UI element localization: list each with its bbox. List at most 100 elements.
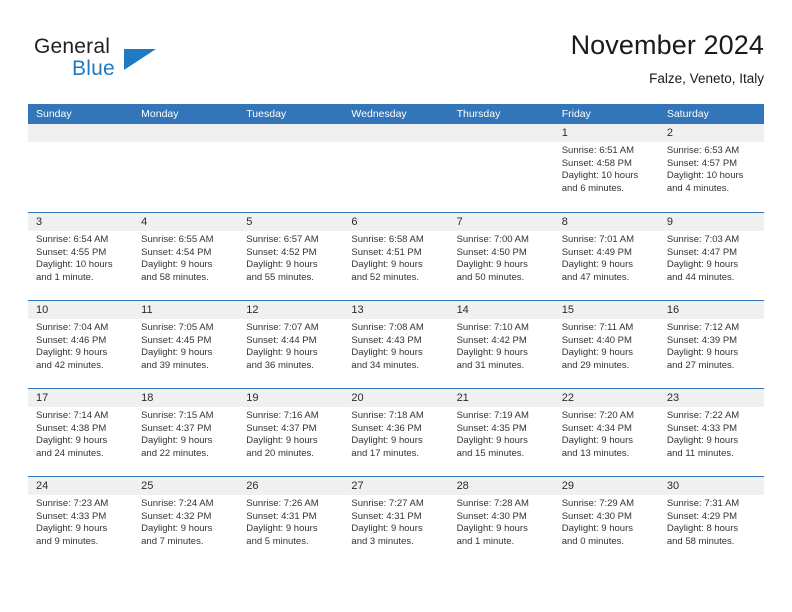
day-of-week-header-friday: Friday — [561, 108, 591, 120]
sunset-text: Sunset: 4:57 PM — [666, 157, 738, 169]
day-sun-info: Sunrise: 6:57 AM Sunset: 4:52 PM Daylight:… — [238, 231, 343, 284]
day-sun-info: Sunrise: 7:15 AM Sunset: 4:37 PM Daylight:… — [133, 407, 238, 460]
day-number: 15 — [553, 301, 659, 319]
daylight-text-line1: Daylight: 9 hours — [666, 347, 739, 359]
calendar-day-cell[interactable]: 1 Sunrise: 6:51 AM Sunset: 4:58 PM Daylight… — [553, 124, 659, 212]
day-of-week-header-saturday: Saturday — [666, 108, 709, 120]
calendar-grid: Sunday Monday Tuesday Wednesday Thursday Frid… — [28, 104, 764, 564]
calendar-day-cell[interactable]: 15 Sunrise: 7:11 AM Sunset: 4:40 PM Dayligh… — [553, 301, 659, 388]
sunset-text: Sunset: 4:55 PM — [36, 246, 107, 258]
day-sun-info: Sunrise: 6:55 AM Sunset: 4:54 PM Daylight:… — [133, 231, 238, 284]
day-sun-info: Sunrise: 6:54 AM Sunset: 4:55 PM Daylight:… — [28, 231, 133, 284]
calendar-day-cell[interactable]: 8 Sunrise: 7:01 AM Sunset: 4:49 PM Daylight… — [553, 213, 659, 300]
day-sun-info: Sunrise: 7:27 AM Sunset: 4:31 PM Daylight:… — [343, 495, 448, 548]
daylight-text-line2: and 13 minutes. — [561, 447, 630, 459]
calendar-day-cell[interactable]: 3 Sunrise: 6:54 AM Sunset: 4:55 PM Daylight… — [28, 213, 134, 300]
calendar-day-cell[interactable]: 19 Sunrise: 7:16 AM Sunset: 4:37 PM Dayligh… — [238, 389, 344, 476]
calendar-day-cell[interactable]: 11 Sunrise: 7:05 AM Sunset: 4:45 PM Dayligh… — [133, 301, 239, 388]
day-number: 1 — [553, 124, 659, 142]
calendar-day-cell[interactable]: 5 Sunrise: 6:57 AM Sunset: 4:52 PM Daylight… — [238, 213, 344, 300]
calendar-day-cell[interactable]: 20 Sunrise: 7:18 AM Sunset: 4:36 PM Dayligh… — [343, 389, 449, 476]
calendar-day-cell[interactable]: 7 Sunrise: 7:00 AM Sunset: 4:50 PM Daylight… — [448, 213, 554, 300]
sunset-text: Sunset: 4:31 PM — [351, 510, 422, 522]
calendar-day-cell[interactable]: 17 Sunrise: 7:14 AM Sunset: 4:38 PM Dayligh… — [28, 389, 134, 476]
sunrise-text: Sunrise: 7:14 AM — [36, 410, 109, 421]
calendar-day-cell[interactable]: 2 Sunrise: 6:53 AM Sunset: 4:57 PM Daylight… — [658, 124, 764, 212]
calendar-day-cell[interactable]: 26 Sunrise: 7:26 AM Sunset: 4:31 PM Dayligh… — [238, 477, 344, 564]
sunrise-text: Sunrise: 7:15 AM — [141, 410, 214, 421]
calendar-day-cell[interactable]: 29 Sunrise: 7:29 AM Sunset: 4:30 PM Dayligh… — [553, 477, 659, 564]
calendar-day-cell[interactable]: 16 Sunrise: 7:12 AM Sunset: 4:39 PM Dayligh… — [658, 301, 764, 388]
sunrise-text: Sunrise: 6:55 AM — [141, 234, 214, 245]
daylight-text-line1: Daylight: 9 hours — [456, 347, 528, 359]
daylight-text-line2: and 55 minutes. — [246, 271, 314, 283]
daylight-text-line2: and 4 minutes. — [666, 182, 730, 194]
daylight-text-line2: and 6 minutes. — [561, 182, 625, 194]
sunset-text: Sunset: 4:33 PM — [666, 422, 738, 434]
sunset-text: Sunset: 4:46 PM — [36, 334, 107, 346]
daylight-text-line2: and 47 minutes. — [561, 271, 630, 283]
calendar-day-cell[interactable]: 14 Sunrise: 7:10 AM Sunset: 4:42 PM Dayligh… — [448, 301, 554, 388]
calendar-day-cell[interactable]: 9 Sunrise: 7:03 AM Sunset: 4:47 PM Daylight… — [658, 213, 764, 300]
day-sun-info: Sunrise: 7:00 AM Sunset: 4:50 PM Daylight:… — [449, 231, 554, 284]
daylight-text-line1: Daylight: 9 hours — [351, 347, 423, 359]
sunrise-text: Sunrise: 7:03 AM — [666, 234, 740, 245]
day-sun-info: Sunrise: 7:16 AM Sunset: 4:37 PM Daylight:… — [238, 407, 343, 460]
daylight-text-line1: Daylight: 8 hours — [666, 523, 739, 535]
day-of-week-header-thursday: Thursday — [456, 108, 501, 120]
sunset-text: Sunset: 4:54 PM — [141, 246, 212, 258]
sunset-text: Sunset: 4:58 PM — [561, 157, 632, 169]
calendar-day-cell-empty — [238, 124, 344, 212]
sunset-text: Sunset: 4:37 PM — [141, 422, 212, 434]
calendar-day-cell[interactable]: 22 Sunrise: 7:20 AM Sunset: 4:34 PM Dayligh… — [553, 389, 659, 476]
calendar-day-cell[interactable]: 23 Sunrise: 7:22 AM Sunset: 4:33 PM Dayligh… — [658, 389, 764, 476]
day-number: 23 — [658, 389, 764, 407]
calendar-day-cell[interactable]: 21 Sunrise: 7:19 AM Sunset: 4:35 PM Dayligh… — [448, 389, 554, 476]
daylight-text-line1: Daylight: 9 hours — [36, 435, 108, 447]
calendar-day-cell[interactable]: 27 Sunrise: 7:27 AM Sunset: 4:31 PM Dayligh… — [343, 477, 449, 564]
daylight-text-line2: and 7 minutes. — [141, 535, 204, 547]
daylight-text-line1: Daylight: 10 hours — [561, 170, 639, 182]
daylight-text-line1: Daylight: 9 hours — [666, 435, 739, 447]
day-sun-info: Sunrise: 7:29 AM Sunset: 4:30 PM Daylight:… — [554, 495, 659, 548]
sunset-text: Sunset: 4:42 PM — [456, 334, 527, 346]
logo-text-blue: Blue — [72, 57, 115, 80]
day-number: 12 — [238, 301, 344, 319]
daylight-text-line2: and 39 minutes. — [141, 359, 209, 371]
calendar-day-cell[interactable]: 25 Sunrise: 7:24 AM Sunset: 4:32 PM Dayligh… — [133, 477, 239, 564]
day-number: 28 — [448, 477, 554, 495]
day-number: 21 — [448, 389, 554, 407]
sunset-text: Sunset: 4:43 PM — [351, 334, 422, 346]
sunrise-text: Sunrise: 7:24 AM — [141, 498, 214, 509]
day-sun-info: Sunrise: 7:24 AM Sunset: 4:32 PM Daylight:… — [133, 495, 238, 548]
calendar-day-cell[interactable]: 28 Sunrise: 7:28 AM Sunset: 4:30 PM Dayligh… — [448, 477, 554, 564]
calendar-day-cell[interactable]: 24 Sunrise: 7:23 AM Sunset: 4:33 PM Dayligh… — [28, 477, 134, 564]
calendar-day-cell-empty — [28, 124, 134, 212]
day-number: 13 — [343, 301, 449, 319]
daylight-text-line2: and 50 minutes. — [456, 271, 525, 283]
sunset-text: Sunset: 4:40 PM — [561, 334, 632, 346]
day-sun-info: Sunrise: 7:18 AM Sunset: 4:36 PM Daylight:… — [343, 407, 448, 460]
daylight-text-line1: Daylight: 9 hours — [456, 523, 528, 535]
daylight-text-line1: Daylight: 9 hours — [456, 435, 528, 447]
sunset-text: Sunset: 4:31 PM — [246, 510, 317, 522]
calendar-week-row: 17 Sunrise: 7:14 AM Sunset: 4:38 PM Dayligh… — [28, 388, 764, 476]
general-blue-logo[interactable]: General Blue — [34, 34, 214, 88]
sunrise-text: Sunrise: 7:22 AM — [666, 410, 740, 421]
calendar-day-cell[interactable]: 6 Sunrise: 6:58 AM Sunset: 4:51 PM Daylight… — [343, 213, 449, 300]
daylight-text-line2: and 17 minutes. — [351, 447, 420, 459]
day-number: 2 — [658, 124, 764, 142]
calendar-day-cell[interactable]: 12 Sunrise: 7:07 AM Sunset: 4:44 PM Dayligh… — [238, 301, 344, 388]
sunrise-text: Sunrise: 6:51 AM — [561, 145, 635, 156]
calendar-day-cell[interactable]: 10 Sunrise: 7:04 AM Sunset: 4:46 PM Dayligh… — [28, 301, 134, 388]
daylight-text-line1: Daylight: 10 hours — [666, 170, 744, 182]
day-number: 29 — [553, 477, 659, 495]
calendar-day-cell[interactable]: 4 Sunrise: 6:55 AM Sunset: 4:54 PM Daylight… — [133, 213, 239, 300]
calendar-day-cell-empty — [448, 124, 554, 212]
calendar-day-cell[interactable]: 18 Sunrise: 7:15 AM Sunset: 4:37 PM Dayligh… — [133, 389, 239, 476]
calendar-day-cell[interactable]: 13 Sunrise: 7:08 AM Sunset: 4:43 PM Dayligh… — [343, 301, 449, 388]
calendar-day-cell[interactable]: 30 Sunrise: 7:31 AM Sunset: 4:29 PM Dayligh… — [658, 477, 764, 564]
daylight-text-line2: and 1 minute. — [456, 535, 515, 547]
daylight-text-line2: and 27 minutes. — [666, 359, 735, 371]
daylight-text-line1: Daylight: 9 hours — [351, 259, 423, 271]
